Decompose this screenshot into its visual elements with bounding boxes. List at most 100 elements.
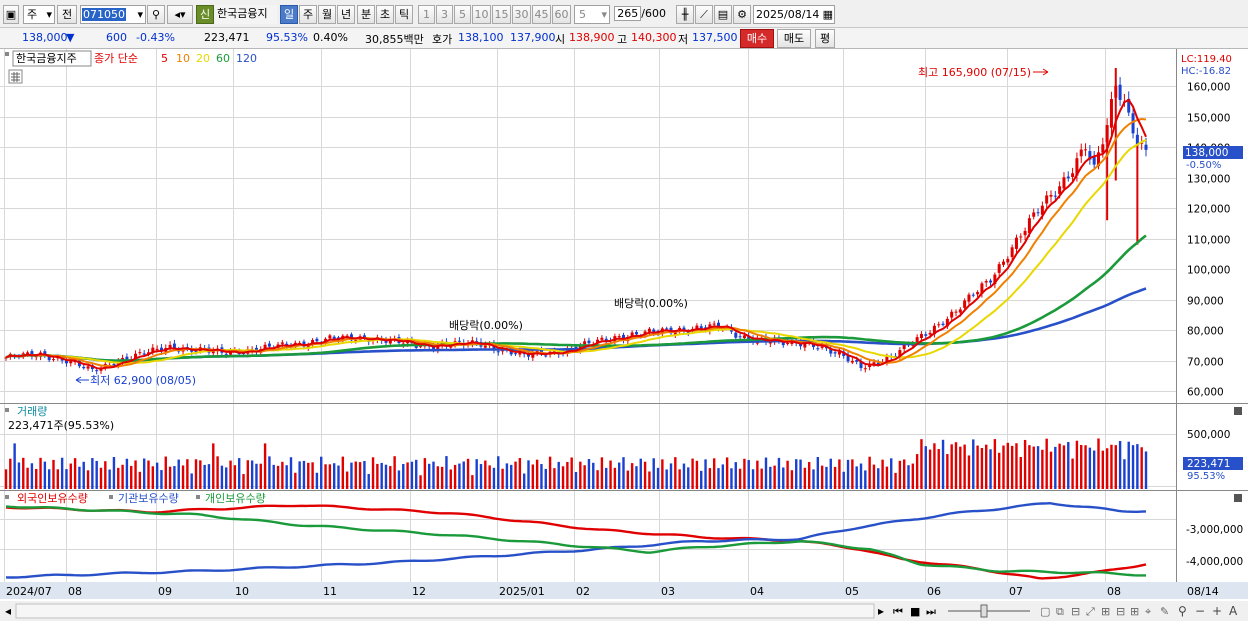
step-select[interactable]: 5 ▾ (574, 5, 610, 24)
volume-bar (367, 473, 370, 489)
volume-bar (307, 462, 310, 489)
save-icon[interactable]: ▤ (714, 5, 732, 24)
volume-bar (652, 458, 655, 489)
tab-month[interactable]: 월 (318, 5, 336, 24)
minute-45-button[interactable]: 45 (532, 5, 551, 24)
zoom-slider-thumb[interactable] (980, 604, 988, 618)
sound-icon[interactable]: ◂▾ (167, 5, 193, 24)
date-input[interactable]: 2025/08/14 ▦ (753, 5, 835, 24)
volume-bar (177, 459, 180, 489)
volume-bar (1071, 458, 1074, 489)
gear-icon[interactable]: ⚙ (733, 5, 751, 24)
x-axis-label: 07 (1009, 585, 1023, 598)
zoom-out-icon[interactable]: − (1195, 604, 1205, 618)
edit-icon[interactable]: ✎ (1160, 605, 1169, 618)
minute-60-button[interactable]: 60 (552, 5, 571, 24)
tab-second[interactable]: 초 (376, 5, 394, 24)
panel-close-icon[interactable] (1234, 494, 1242, 502)
tab-week[interactable]: 주 (299, 5, 317, 24)
price-y-tick: 120,000 (1187, 204, 1230, 216)
minute-1-button[interactable]: 1 (418, 5, 435, 24)
tab-minute[interactable]: 분 (357, 5, 375, 24)
scroll-right-icon[interactable]: ▸ (878, 604, 884, 618)
candle-body (315, 338, 319, 342)
legend-individual[interactable]: 개인보유수량 (205, 492, 266, 505)
legend-foreign[interactable]: 외국인보유수량 (17, 492, 88, 505)
volume-title[interactable]: 거래량 (17, 405, 47, 418)
volume-bar (220, 465, 224, 489)
legend-institution[interactable]: 기관보유수량 (118, 492, 179, 505)
search-icon[interactable]: ⚲ (1178, 604, 1187, 618)
scale-icon[interactable]: ⤢ (1086, 605, 1095, 618)
line-tool-icon[interactable]: ⟋ (695, 5, 713, 24)
volume-bar (419, 475, 422, 489)
copy-icon[interactable]: ⧉ (1056, 605, 1064, 618)
change-down-icon: ▼ (66, 31, 75, 44)
new-stock-badge[interactable]: 신 (196, 5, 214, 24)
volume-y-tick: 500,000 (1187, 429, 1230, 441)
volume-bar (1114, 445, 1117, 489)
stock-name-text: 한국금융지 (217, 7, 268, 20)
panel-close-icon[interactable] (1234, 407, 1242, 415)
minute-5-button[interactable]: 5 (454, 5, 471, 24)
legend-type[interactable]: 종가 단순 (94, 52, 138, 65)
volume-bar (1028, 445, 1031, 489)
scrollbar-track[interactable] (15, 603, 875, 619)
split-icon[interactable]: ⊟ (1071, 605, 1080, 618)
volume-bar (320, 456, 323, 489)
volume-bar (199, 460, 202, 489)
plus-box-icon[interactable]: ⊞ (1130, 605, 1139, 618)
minus-box-icon[interactable]: ⊟ (1116, 605, 1125, 618)
calendar-icon: ▦ (822, 8, 833, 21)
volume-bar (324, 464, 327, 489)
candle-type-icon[interactable]: ╫ (676, 5, 694, 24)
volume-bar (462, 461, 465, 489)
candle-body (1014, 237, 1018, 249)
tab-day[interactable]: 일 (280, 5, 298, 24)
volume-bar (937, 449, 940, 489)
window-menu-icon[interactable]: ▣ (3, 5, 19, 24)
volume-bar (941, 439, 945, 489)
code-input[interactable]: 071050 ▾ (80, 5, 146, 24)
buy-button[interactable]: 매수 (740, 29, 774, 48)
chart-period-select[interactable]: 주 ▾ (23, 5, 55, 24)
legend-marker (109, 495, 113, 499)
grid-icon[interactable]: ⊞ (1101, 605, 1110, 618)
minute-10-button[interactable]: 10 (472, 5, 491, 24)
holding-y-tick-1: -3,000,000 (1186, 524, 1243, 536)
change-percent: -0.43% (136, 31, 175, 44)
tab-tick[interactable]: 틱 (395, 5, 413, 24)
layout-icon[interactable]: ▢ (1040, 605, 1050, 618)
holding-y-tick-2: -4,000,000 (1186, 556, 1243, 568)
zoom-in-icon[interactable]: + (1212, 604, 1222, 618)
text-tool-icon[interactable]: A (1229, 604, 1238, 618)
minute-15-button[interactable]: 15 (492, 5, 511, 24)
stock-chart[interactable]: 한국금융지주 종가 단순 5 10 20 60 120 LC:119.40 HC… (0, 49, 1248, 621)
volume-bar (466, 458, 470, 489)
avg-button[interactable]: 평 (815, 29, 835, 48)
volume-bar (263, 443, 267, 489)
legend-name[interactable]: 한국금융지주 (16, 52, 77, 65)
volume-bar (1127, 441, 1130, 489)
volume-bar (26, 467, 29, 489)
first-page-icon[interactable]: ⏮ (893, 605, 903, 618)
volume-bar (488, 465, 491, 489)
volume-bar (315, 472, 319, 489)
last-page-icon[interactable]: ⏭ (926, 605, 936, 618)
x-axis-label: 2024/07 (6, 585, 52, 598)
count-input[interactable]: 265/600 (614, 5, 668, 24)
jeon-button[interactable]: 전 (57, 5, 77, 24)
search-icon[interactable]: ⚲ (147, 5, 165, 24)
crosshair-icon[interactable]: ⌖ (1145, 605, 1151, 618)
scroll-left-icon[interactable]: ◂ (5, 604, 11, 618)
tab-year[interactable]: 년 (337, 5, 355, 24)
stop-icon[interactable]: ■ (910, 605, 920, 618)
candle-body (971, 294, 975, 296)
volume-bar (691, 458, 694, 489)
sell-button[interactable]: 매도 (777, 29, 811, 48)
volume-bar (298, 461, 301, 489)
minute-3-button[interactable]: 3 (436, 5, 453, 24)
volume-bar (747, 460, 750, 489)
minute-30-button[interactable]: 30 (512, 5, 531, 24)
tab-tick-label: 틱 (398, 8, 410, 21)
